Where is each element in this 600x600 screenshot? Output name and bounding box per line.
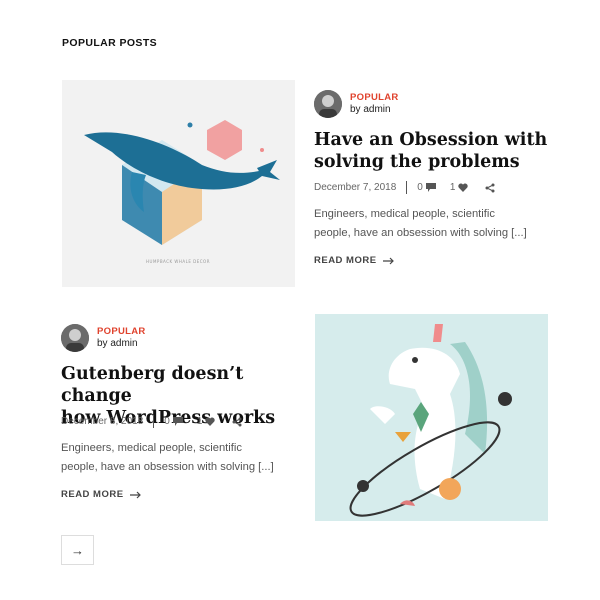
heart-icon <box>458 183 469 192</box>
arrow-right-icon <box>129 491 141 498</box>
heart-icon <box>205 417 216 426</box>
post-thumbnail-whale[interactable]: HUMPBACK WHALE DECOR <box>62 80 295 287</box>
svg-text:HUMPBACK WHALE DECOR: HUMPBACK WHALE DECOR <box>146 259 210 264</box>
likes-count[interactable]: 1 <box>450 182 469 193</box>
share-button[interactable] <box>482 183 495 193</box>
whale-illustration: HUMPBACK WHALE DECOR <box>62 80 295 287</box>
author-avatar[interactable] <box>61 324 89 352</box>
comments-count[interactable]: 0 <box>417 182 436 193</box>
next-page-button[interactable]: → <box>61 535 94 565</box>
share-icon <box>485 183 495 192</box>
arrow-right-icon: → <box>71 542 84 558</box>
comments-count[interactable]: 0 <box>164 416 183 427</box>
post-title[interactable]: Have an Obsession with solving the probl… <box>314 129 554 173</box>
read-more-link[interactable]: READ MORE <box>314 255 395 266</box>
post-thumbnail-unicorn[interactable] <box>315 314 548 521</box>
post-author[interactable]: by admin <box>350 104 399 117</box>
post-author[interactable]: by admin <box>97 338 146 351</box>
section-title: POPULAR POSTS <box>62 37 158 49</box>
post-excerpt: Engineers, medical people, scientific pe… <box>314 208 527 239</box>
post-meta-author: POPULAR by admin <box>314 90 399 118</box>
post-meta-author: POPULAR by admin <box>61 324 146 352</box>
post-excerpt: Engineers, medical people, scientific pe… <box>61 442 274 473</box>
read-more-link[interactable]: READ MORE <box>61 489 142 500</box>
stats-divider <box>406 181 408 194</box>
post-category[interactable]: POPULAR <box>97 326 146 338</box>
post-date: December 8, 2018 <box>61 416 144 427</box>
share-button[interactable] <box>229 417 242 427</box>
stats-divider <box>153 415 155 428</box>
author-avatar[interactable] <box>314 90 342 118</box>
post-stats: December 8, 2018 0 1 <box>61 415 256 428</box>
post-stats: December 7, 2018 0 1 <box>314 181 509 194</box>
post-date: December 7, 2018 <box>314 182 397 193</box>
post-category[interactable]: POPULAR <box>350 92 399 104</box>
comment-icon <box>425 183 436 192</box>
share-icon <box>232 417 242 426</box>
comment-icon <box>172 417 183 426</box>
unicorn-illustration <box>315 314 548 521</box>
arrow-right-icon <box>382 257 394 264</box>
likes-count[interactable]: 1 <box>197 416 216 427</box>
